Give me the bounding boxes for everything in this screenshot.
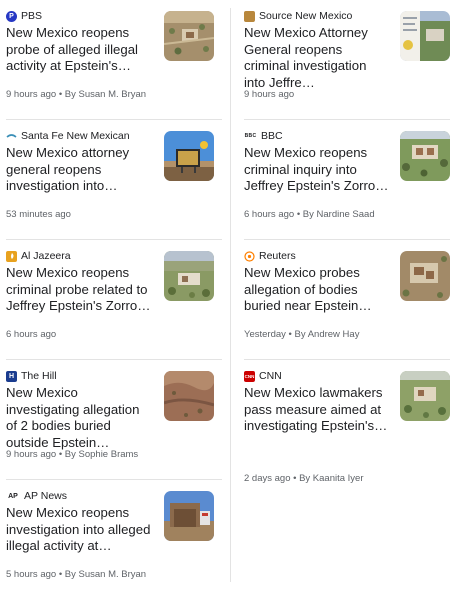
card-thumbnail[interactable] <box>400 131 450 181</box>
aerial-ranch-image <box>400 371 450 421</box>
card-source: AP AP News <box>6 489 67 503</box>
news-card-pbs[interactable]: P PBS New Mexico reopens probe of allege… <box>6 0 222 120</box>
source-new-mexico-logo-icon <box>244 10 255 22</box>
news-card-cnn[interactable]: CNN CNN New Mexico lawmakers pass measur… <box>244 360 450 500</box>
desert-landscape-image <box>164 371 214 421</box>
card-thumbnail[interactable] <box>400 11 450 61</box>
news-card-the-hill[interactable]: H The Hill New Mexico investigating alle… <box>6 360 222 480</box>
card-source: CNN CNN <box>244 369 282 383</box>
source-name: The Hill <box>21 370 57 382</box>
the-hill-logo-icon: H <box>6 370 17 382</box>
card-source: BBC BBC <box>244 129 283 143</box>
card-headline[interactable]: New Mexico probes allegation of bodies b… <box>244 265 390 315</box>
card-meta: 9 hours ago • By Susan M. Bryan <box>6 89 147 100</box>
card-thumbnail[interactable] <box>164 131 214 181</box>
aerial-ranch-image <box>400 131 450 181</box>
card-headline[interactable]: New Mexico reopens criminal inquiry into… <box>244 145 390 195</box>
news-card-santa-fe-new-mexican[interactable]: Santa Fe New Mexican New Mexico attorney… <box>6 120 222 240</box>
card-headline[interactable]: New Mexico investigating allegation of 2… <box>6 385 154 451</box>
news-card-reuters[interactable]: Reuters New Mexico probes allegation of … <box>244 240 450 360</box>
card-headline[interactable]: New Mexico reopens criminal probe relate… <box>6 265 154 315</box>
aerial-ranch-image <box>164 251 214 301</box>
card-headline[interactable]: New Mexico reopens investigation into al… <box>6 505 154 555</box>
card-meta: 5 hours ago • By Susan M. Bryan <box>6 569 147 580</box>
card-headline[interactable]: New Mexico reopens probe of alleged ille… <box>6 25 154 75</box>
source-name: AP News <box>24 490 67 502</box>
source-name: CNN <box>259 370 282 382</box>
card-thumbnail[interactable] <box>164 11 214 61</box>
santa-fe-new-mexican-logo-icon <box>6 131 17 142</box>
news-card-al-jazeera[interactable]: Al Jazeera New Mexico reopens criminal p… <box>6 240 222 360</box>
card-source: Reuters <box>244 249 296 263</box>
card-source: P PBS <box>6 9 42 23</box>
card-thumbnail[interactable] <box>400 251 450 301</box>
news-card-bbc[interactable]: BBC BBC New Mexico reopens criminal inqu… <box>244 120 450 240</box>
source-name: Reuters <box>259 250 296 262</box>
card-meta: Yesterday • By Andrew Hay <box>244 329 360 340</box>
column-divider <box>230 8 231 582</box>
bbc-logo-icon: BBC <box>244 133 257 139</box>
source-name: Santa Fe New Mexican <box>21 130 130 142</box>
aerial-ranch-image <box>164 11 214 61</box>
reuters-logo-icon <box>244 250 255 262</box>
news-card-ap-news[interactable]: AP AP News New Mexico reopens investigat… <box>6 480 222 593</box>
sign-at-gate-image <box>164 131 214 181</box>
card-thumbnail[interactable] <box>164 371 214 421</box>
card-headline[interactable]: New Mexico lawmakers pass measure aimed … <box>244 385 390 435</box>
source-name: PBS <box>21 10 43 22</box>
card-meta: 53 minutes ago <box>6 209 71 220</box>
news-results-grid: P PBS New Mexico reopens probe of allege… <box>0 0 450 593</box>
card-thumbnail[interactable] <box>164 251 214 301</box>
card-source: Al Jazeera <box>6 249 71 263</box>
ap-news-logo-icon: AP <box>8 492 18 500</box>
source-name: Source New Mexico <box>259 10 353 22</box>
card-source: H The Hill <box>6 369 57 383</box>
card-meta: 2 days ago • By Kaanita Iyer <box>244 473 364 484</box>
card-meta: 9 hours ago <box>244 89 295 100</box>
source-name: Al Jazeera <box>21 250 71 262</box>
card-source: Source New Mexico <box>244 9 352 23</box>
news-card-source-new-mexico[interactable]: Source New Mexico New Mexico Attorney Ge… <box>244 0 450 120</box>
card-meta: 6 hours ago <box>6 329 57 340</box>
cnn-logo-icon: CNN <box>244 370 255 382</box>
card-meta: 9 hours ago • By Sophie Brams <box>6 449 139 460</box>
source-name: BBC <box>261 130 283 142</box>
card-meta: 6 hours ago • By Nardine Saad <box>244 209 375 220</box>
al-jazeera-logo-icon <box>6 250 17 262</box>
card-thumbnail[interactable] <box>164 491 214 541</box>
card-headline[interactable]: New Mexico Attorney General reopens crim… <box>244 25 390 91</box>
ranch-gate-image <box>164 491 214 541</box>
card-source: Santa Fe New Mexican <box>6 129 130 143</box>
card-thumbnail[interactable] <box>400 371 450 421</box>
aerial-ranch-image <box>400 251 450 301</box>
card-headline[interactable]: New Mexico attorney general reopens inve… <box>6 145 154 195</box>
pbs-logo-icon: P <box>6 10 17 22</box>
document-and-aerial-image <box>400 11 450 61</box>
